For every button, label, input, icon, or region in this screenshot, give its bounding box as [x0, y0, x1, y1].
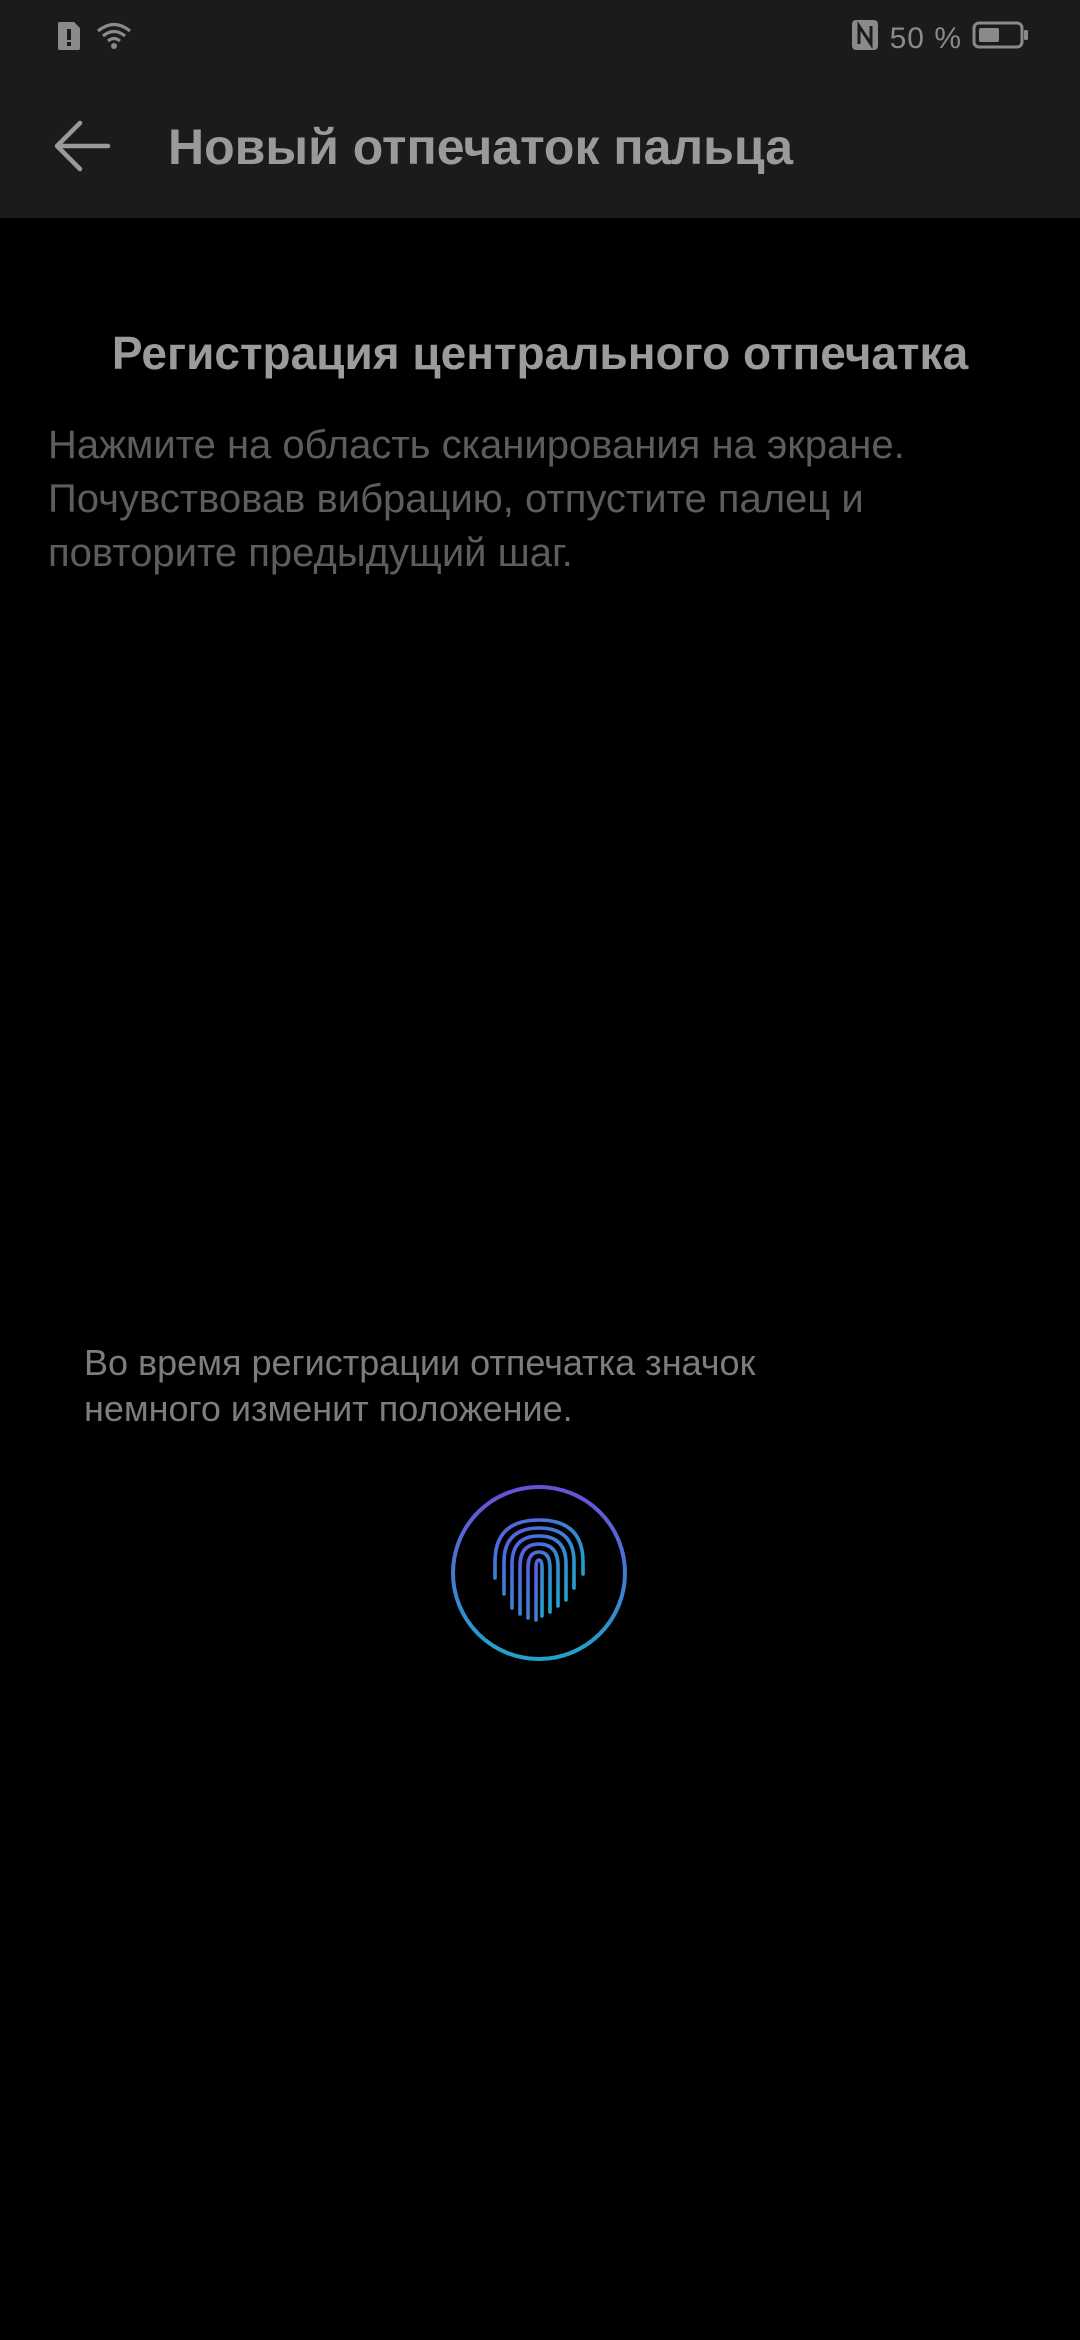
- alert-icon: [56, 20, 82, 57]
- nfc-icon: [850, 18, 880, 60]
- battery-icon: [972, 20, 1030, 58]
- hint-line: немного изменит положение.: [84, 1388, 573, 1429]
- back-button[interactable]: [40, 106, 124, 190]
- status-left-icons: [56, 20, 132, 57]
- status-bar: 50 %: [0, 0, 1080, 76]
- battery-percent: 50 %: [889, 22, 962, 55]
- page-title: Новый отпечаток пальца: [168, 119, 794, 175]
- hint-text: Во время регистрации отпечатка значок не…: [84, 1340, 984, 1432]
- app-bar: Новый отпечаток пальца: [0, 76, 1080, 218]
- arrow-left-icon: [52, 118, 112, 179]
- fingerprint-icon: [448, 1485, 630, 1668]
- instructions-text: Нажмите на область сканирования на экран…: [48, 418, 1048, 580]
- status-right-icons: 50 %: [850, 18, 1030, 60]
- instructions-line: Почувствовав вибрацию, отпустите палец и: [48, 477, 864, 521]
- instructions-line: Нажмите на область сканирования на экран…: [48, 423, 905, 467]
- fingerprint-enrollment-screen: 50 % Новый отпечаток пальца Регистрация …: [0, 0, 1080, 2340]
- enrollment-heading: Регистрация центрального отпечатка: [111, 327, 969, 379]
- hint-line: Во время регистрации отпечатка значок: [84, 1342, 756, 1383]
- fingerprint-sensor-button[interactable]: [448, 1482, 630, 1664]
- instructions-line: повторите предыдущий шаг.: [48, 531, 573, 575]
- wifi-icon: [96, 22, 132, 55]
